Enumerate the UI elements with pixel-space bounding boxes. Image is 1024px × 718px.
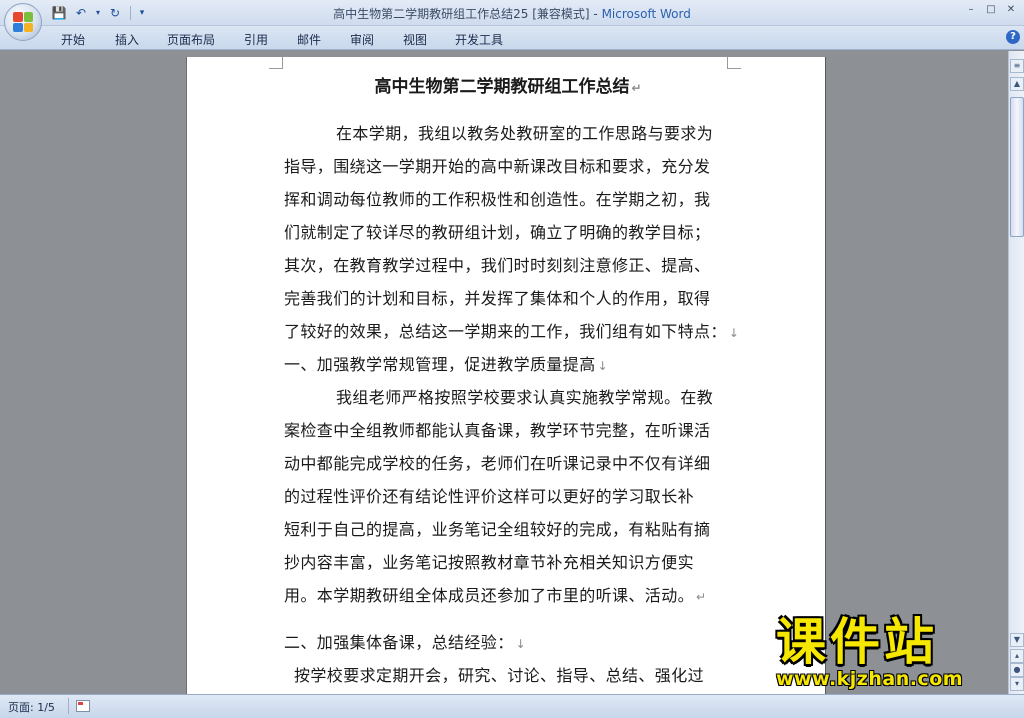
document-heading: 高中生物第二学期教研组工作总结 ↵ (284, 73, 732, 101)
line-break-mark: ↓ (728, 326, 740, 340)
window-controls: – □ ✕ (962, 3, 1020, 17)
section-heading-line: 二、加强集体备课，总结经验： ↓ (284, 626, 732, 659)
margin-corner-top-right (727, 57, 741, 69)
tab-insert[interactable]: 插入 (115, 31, 139, 48)
window-title: 高中生物第二学期教研组工作总结25 [兼容模式] - Microsoft Wor… (0, 5, 1024, 22)
tab-mailings[interactable]: 邮件 (297, 31, 321, 48)
watermark-title: 课件站 (776, 613, 938, 671)
document-page[interactable]: 高中生物第二学期教研组工作总结 ↵ 在本学期，我组以教务处教研室的工作思路与要求为… (187, 57, 825, 694)
section-heading-1: 一、加强教学常规管理，促进教学质量提高 (284, 355, 596, 374)
ribbon-tabs: 开始 插入 页面布局 引用 邮件 审阅 视图 开发工具 ? (0, 26, 1024, 50)
text-line: 完善我们的计划和目标，并发挥了集体和个人的作用，取得 (284, 289, 711, 308)
paragraph-mark: ↵ (631, 81, 642, 95)
office-logo-icon (13, 12, 33, 32)
title-bar: 💾 ↶ ▾ ↻ ▾ 高中生物第二学期教研组工作总结25 [兼容模式] - Mic… (0, 0, 1024, 26)
text-line: 短利于自己的提高，业务笔记全组较好的完成，有粘贴有摘 (284, 520, 711, 539)
help-icon[interactable]: ? (1006, 30, 1020, 44)
text-line-with-mark: 用。本学期教研组全体成员还参加了市里的听课、活动。 ↵ (284, 579, 732, 612)
text-line: 用。本学期教研组全体成员还参加了市里的听课、活动。 (284, 586, 695, 605)
scroll-up-arrow-icon[interactable]: ▲ (1010, 77, 1024, 91)
text-line: 的过程性评价还有结论性评价这样可以更好的学习取长补 (284, 487, 695, 506)
tab-page-layout[interactable]: 页面布局 (167, 31, 215, 48)
status-bar: 页面: 1/5 (0, 694, 1024, 718)
restore-icon[interactable]: □ (982, 3, 1000, 17)
tab-view[interactable]: 视图 (403, 31, 427, 48)
text-line: 在本学期，我组以教务处教研室的工作思路与要求为 (336, 124, 714, 143)
text-line: 抄内容丰富，业务笔记按照教材章节补充相关知识方便实 (284, 553, 695, 572)
line-break-mark: ↓ (515, 637, 527, 651)
tab-review[interactable]: 审阅 (350, 31, 374, 48)
tab-developer[interactable]: 开发工具 (455, 31, 503, 48)
text-line: 动中都能完成学校的任务，老师们在听课记录中不仅有详细 (284, 454, 711, 473)
text-line-with-mark: 了较好的效果，总结这一学期来的工作，我们组有如下特点： ↓ (284, 315, 739, 348)
watermark-url: www.kjzhan.com (776, 668, 964, 690)
tab-home[interactable]: 开始 (61, 31, 85, 48)
status-divider (68, 698, 69, 714)
previous-page-icon[interactable]: ▴ (1010, 649, 1024, 663)
scrollbar-thumb[interactable] (1010, 97, 1024, 237)
text-line: 指导，围绕这一学期开始的高中新课改目标和要求，充分发 (284, 157, 711, 176)
text-line: 我组老师严格按照学校要求认真实施教学常规。在教 (336, 388, 714, 407)
document-heading-text: 高中生物第二学期教研组工作总结 (374, 77, 630, 97)
proofing-status-icon[interactable] (76, 700, 90, 712)
title-separator: - (589, 7, 602, 21)
site-watermark: 课件站 www.kjzhan.com (770, 612, 1006, 694)
vertical-scrollbar[interactable]: ≡ ▲ ▼ ▴ ● ▾ (1008, 51, 1024, 694)
scroll-down-arrow-icon[interactable]: ▼ (1010, 633, 1024, 647)
text-line: 挥和调动每位教师的工作积极性和创造性。在学期之初，我 (284, 190, 711, 209)
paragraph-mark: ↵ (696, 590, 707, 604)
close-icon[interactable]: ✕ (1002, 3, 1020, 17)
margin-corner-top-left (269, 57, 283, 69)
browse-object-icon[interactable]: ● (1010, 663, 1024, 677)
application-name: Microsoft Word (601, 7, 691, 21)
document-body[interactable]: 高中生物第二学期教研组工作总结 ↵ 在本学期，我组以教务处教研室的工作思路与要求为… (284, 73, 739, 692)
section-heading-2: 二、加强集体备课，总结经验： (284, 633, 514, 652)
text-line: 案检查中全组教师都能认真备课，教学环节完整，在听课活 (284, 421, 711, 440)
section-heading-line: 一、加强教学常规管理，促进教学质量提高 ↓ (284, 348, 732, 381)
ruler-toggle-icon[interactable]: ≡ (1010, 59, 1024, 73)
text-line: 按学校要求定期开会，研究、讨论、指导、总结、强化过 (294, 666, 705, 685)
text-line: 其次，在教育教学过程中，我们时时刻刻注意修正、提高、 (284, 256, 711, 275)
document-name: 高中生物第二学期教研组工作总结25 [兼容模式] (333, 7, 590, 21)
line-break-mark: ↓ (597, 359, 609, 373)
text-line: 们就制定了较详尽的教研组计划，确立了明确的教学目标； (284, 223, 711, 242)
tab-references[interactable]: 引用 (244, 31, 268, 48)
text-line: 了较好的效果，总结这一学期来的工作，我们组有如下特点： (284, 322, 727, 341)
page-counter[interactable]: 页面: 1/5 (8, 699, 55, 715)
next-page-icon[interactable]: ▾ (1010, 677, 1024, 691)
minimize-icon[interactable]: – (962, 3, 980, 17)
office-button[interactable] (4, 3, 42, 41)
